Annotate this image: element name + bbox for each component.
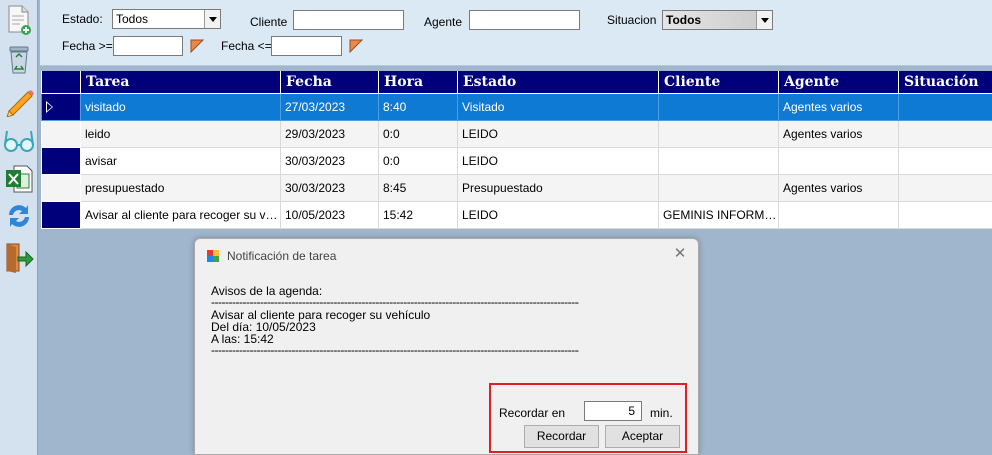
cell-agente[interactable]: Agentes varios: [778, 173, 899, 202]
cell-hora[interactable]: 0:0: [378, 146, 458, 175]
column-header-situacion[interactable]: Situación: [898, 71, 992, 94]
column-header-cliente[interactable]: Cliente: [658, 71, 779, 94]
column-header-agente[interactable]: Agente: [778, 71, 899, 94]
column-header-fecha[interactable]: Fecha: [280, 71, 379, 94]
row-selector[interactable]: [41, 173, 81, 202]
situacion-select-value: Todos: [666, 13, 702, 27]
column-header-estado[interactable]: Estado: [457, 71, 659, 94]
cell-hora[interactable]: 15:42: [378, 200, 458, 229]
cell-tarea[interactable]: presupuestado: [80, 173, 281, 202]
recycle-bin-icon[interactable]: [3, 43, 35, 77]
cell-tarea[interactable]: leido: [80, 119, 281, 148]
row-selector[interactable]: [41, 119, 81, 148]
table-row[interactable]: visitado 27/03/2023 8:40 Visitado Agente…: [41, 92, 992, 121]
column-header-hora[interactable]: Hora: [378, 71, 458, 94]
dialog-title: Notificación de tarea: [227, 249, 337, 263]
left-toolbar: [0, 0, 38, 455]
table-row[interactable]: leido 29/03/2023 0:0 LEIDO Agentes vario…: [41, 119, 992, 148]
pencil-icon[interactable]: [3, 84, 35, 118]
situacion-select[interactable]: Todos: [662, 10, 773, 30]
fecha-desde-input[interactable]: [113, 36, 183, 56]
glasses-icon[interactable]: [3, 124, 35, 158]
cell-agente[interactable]: Agentes varios: [778, 92, 899, 121]
app-window-icon: [207, 250, 219, 262]
calendar-picker-icon[interactable]: [190, 39, 204, 53]
cell-fecha[interactable]: 30/03/2023: [280, 146, 379, 175]
estado-select-value: Todos: [116, 12, 149, 26]
agente-input[interactable]: [469, 10, 580, 30]
cell-situacion[interactable]: [898, 200, 992, 229]
accept-button[interactable]: Aceptar: [605, 425, 680, 448]
row-header-corner: [41, 71, 81, 94]
table-row[interactable]: avisar 30/03/2023 0:0 LEIDO: [41, 146, 992, 175]
cell-cliente[interactable]: [658, 92, 779, 121]
cell-agente[interactable]: [778, 146, 899, 175]
agente-label: Agente: [424, 15, 463, 29]
tasks-grid: Tarea Fecha Hora Estado Cliente Agente S…: [41, 71, 992, 229]
cell-tarea[interactable]: Avisar al cliente para recoger su vehícu…: [80, 200, 281, 229]
cell-hora[interactable]: 0:0: [378, 119, 458, 148]
message-separator: ----------------------------------------…: [211, 344, 579, 356]
fecha-desde-label: Fecha >=: [62, 39, 113, 53]
cell-hora[interactable]: 8:40: [378, 92, 458, 121]
remind-in-label: Recordar en: [499, 406, 566, 420]
cell-estado[interactable]: LEIDO: [457, 200, 659, 229]
table-row[interactable]: presupuestado 30/03/2023 8:45 Presupuest…: [41, 173, 992, 202]
cell-fecha[interactable]: 10/05/2023: [280, 200, 379, 229]
cell-estado[interactable]: LEIDO: [457, 146, 659, 175]
cliente-input[interactable]: [293, 10, 404, 30]
chevron-down-icon[interactable]: [756, 11, 772, 29]
cell-fecha[interactable]: 30/03/2023: [280, 173, 379, 202]
cell-cliente[interactable]: [658, 146, 779, 175]
close-icon[interactable]: ✕: [672, 245, 688, 263]
cell-situacion[interactable]: [898, 146, 992, 175]
current-row-arrow-icon: [46, 100, 53, 113]
estado-label: Estado:: [62, 12, 103, 26]
row-selector[interactable]: [41, 92, 81, 121]
cell-hora[interactable]: 8:45: [378, 173, 458, 202]
cell-situacion[interactable]: [898, 92, 992, 121]
cliente-label: Cliente: [250, 15, 288, 29]
cell-estado[interactable]: Presupuestado: [457, 173, 659, 202]
row-selector[interactable]: [41, 146, 81, 175]
cell-situacion[interactable]: [898, 119, 992, 148]
new-document-icon[interactable]: [3, 3, 35, 37]
grid-header-row: Tarea Fecha Hora Estado Cliente Agente S…: [41, 71, 992, 94]
remind-minutes-input[interactable]: 5: [584, 401, 642, 421]
table-row[interactable]: Avisar al cliente para recoger su vehícu…: [41, 200, 992, 229]
cell-situacion[interactable]: [898, 173, 992, 202]
cell-fecha[interactable]: 27/03/2023: [280, 92, 379, 121]
column-header-tarea[interactable]: Tarea: [80, 71, 281, 94]
cell-cliente[interactable]: GEMINIS INFORMÁTICA: [658, 200, 779, 229]
calendar-picker-icon[interactable]: [349, 39, 363, 53]
estado-select[interactable]: Todos: [112, 9, 221, 29]
cell-tarea[interactable]: avisar: [80, 146, 281, 175]
filter-bar: Estado: Todos Cliente Agente Situacion T…: [40, 0, 992, 66]
chevron-down-icon[interactable]: [204, 10, 220, 28]
refresh-icon[interactable]: [3, 199, 35, 233]
cell-estado[interactable]: LEIDO: [457, 119, 659, 148]
cell-cliente[interactable]: [658, 119, 779, 148]
cell-tarea[interactable]: visitado: [80, 92, 281, 121]
cell-agente[interactable]: Agentes varios: [778, 119, 899, 148]
cell-fecha[interactable]: 29/03/2023: [280, 119, 379, 148]
cell-estado[interactable]: Visitado: [457, 92, 659, 121]
row-selector[interactable]: [41, 200, 81, 229]
fecha-hasta-label: Fecha <=: [221, 39, 272, 53]
message-separator: ----------------------------------------…: [211, 296, 579, 308]
cell-agente[interactable]: [778, 200, 899, 229]
minutes-label: min.: [650, 406, 673, 420]
exit-icon[interactable]: [3, 240, 35, 274]
cell-cliente[interactable]: [658, 173, 779, 202]
notification-dialog: Notificación de tarea ✕ Avisos de la age…: [194, 238, 699, 455]
excel-icon[interactable]: [3, 162, 35, 196]
fecha-hasta-input[interactable]: [271, 36, 342, 56]
situacion-label: Situacion: [607, 13, 657, 27]
remind-button[interactable]: Recordar: [524, 425, 599, 448]
